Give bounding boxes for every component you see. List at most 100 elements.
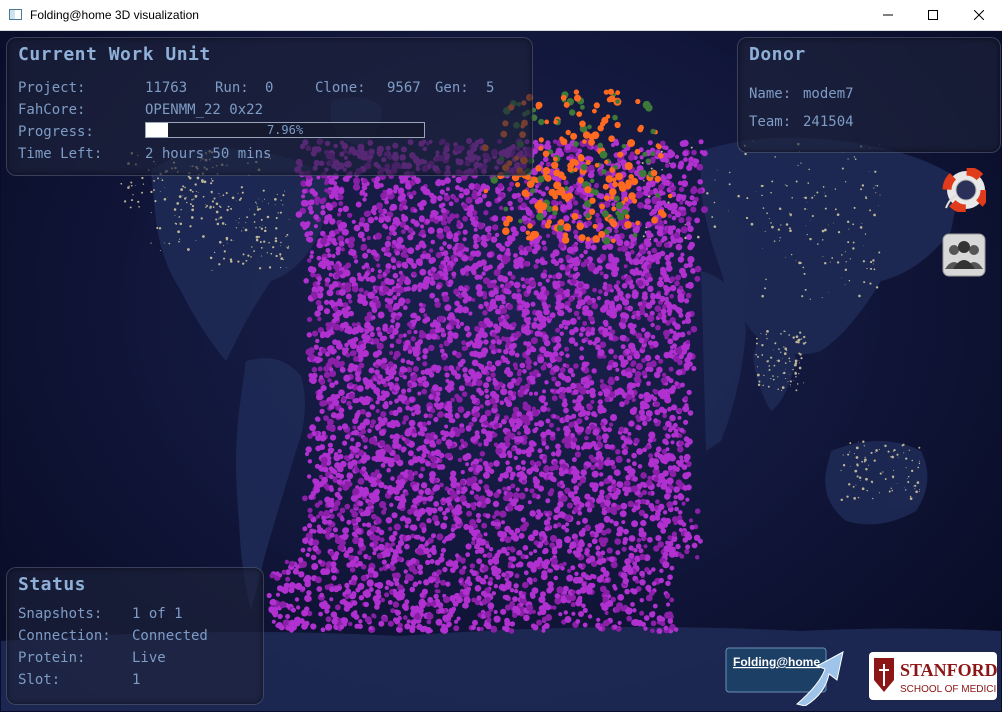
maximize-button[interactable]: [910, 0, 956, 30]
atom: [342, 228, 349, 236]
atom: [480, 234, 488, 242]
atom: [448, 560, 454, 567]
atom: [453, 560, 459, 566]
atom: [421, 388, 428, 395]
atom: [631, 397, 636, 403]
atom: [552, 464, 559, 471]
atom: [701, 206, 708, 214]
atom: [628, 342, 636, 350]
atom: [420, 431, 425, 437]
atom: [387, 327, 394, 334]
atom: [446, 244, 452, 250]
atom: [493, 287, 498, 292]
atom: [465, 341, 472, 348]
atom: [543, 308, 550, 316]
atom: [605, 502, 611, 507]
atom: [319, 434, 327, 442]
app-icon: [9, 9, 22, 20]
atom: [437, 315, 445, 323]
atom: [447, 279, 454, 285]
atom: [653, 371, 661, 379]
atom: [590, 244, 597, 251]
atom: [658, 358, 664, 364]
atom: [673, 495, 678, 500]
atom: [545, 512, 550, 517]
atom: [327, 519, 333, 525]
atom: [492, 224, 499, 231]
atom: [358, 287, 364, 293]
atom: [507, 290, 512, 295]
atom: [455, 482, 461, 487]
atom: [321, 476, 328, 484]
atom: [590, 399, 595, 404]
atom: [398, 333, 404, 339]
atom: [452, 601, 459, 607]
atom: [485, 376, 492, 382]
atom: [452, 332, 459, 339]
atom: [405, 534, 412, 541]
atom: [404, 599, 410, 605]
close-button[interactable]: [956, 0, 1002, 30]
atom: [650, 334, 656, 340]
atom: [365, 210, 371, 217]
atom: [537, 556, 543, 562]
atom: [566, 428, 571, 434]
atom: [307, 513, 314, 519]
atom: [348, 453, 354, 460]
atom: [599, 585, 607, 593]
atom: [454, 619, 459, 624]
atom: [666, 602, 671, 607]
atom: [573, 229, 579, 235]
atom: [458, 385, 465, 392]
atom: [660, 377, 668, 384]
atom: [476, 537, 483, 545]
atom: [340, 247, 345, 252]
atom: [314, 416, 321, 422]
atom: [384, 592, 390, 598]
atom: [681, 320, 686, 325]
atom: [690, 187, 698, 195]
atom: [612, 361, 619, 368]
atom: [442, 566, 448, 573]
atom: [504, 594, 510, 601]
atom: [419, 229, 426, 235]
atom: [523, 261, 530, 267]
atom: [536, 323, 544, 331]
atom: [327, 527, 332, 532]
atom: [584, 548, 590, 554]
atom: [613, 520, 619, 527]
atom: [429, 495, 434, 500]
atom: [402, 333, 407, 338]
atom: [571, 413, 577, 419]
atom: [548, 274, 553, 279]
visualization-viewport[interactable]: Current Work Unit Project: 11763 Run: 0 …: [1, 31, 1001, 711]
atom: [428, 258, 435, 264]
atom: [576, 186, 583, 193]
atom: [377, 273, 383, 280]
atom: [631, 452, 637, 459]
atom: [468, 183, 476, 190]
atom: [642, 420, 648, 427]
atom: [362, 252, 369, 259]
atom: [419, 426, 426, 433]
atom: [424, 316, 431, 323]
atom: [415, 246, 420, 251]
atom: [458, 427, 465, 434]
atom: [509, 206, 514, 211]
atom: [317, 500, 323, 506]
atom: [419, 215, 425, 222]
atom: [352, 367, 358, 372]
minimize-button[interactable]: [865, 0, 911, 30]
atom: [413, 208, 418, 213]
atom: [464, 375, 472, 383]
atom: [337, 495, 343, 501]
atom: [641, 370, 648, 377]
atom: [453, 625, 460, 632]
atom: [392, 272, 399, 279]
atom: [315, 576, 322, 584]
atom: [318, 357, 323, 362]
atom: [654, 305, 662, 312]
atom: [531, 587, 539, 594]
atom: [677, 446, 684, 453]
atom: [420, 466, 426, 472]
